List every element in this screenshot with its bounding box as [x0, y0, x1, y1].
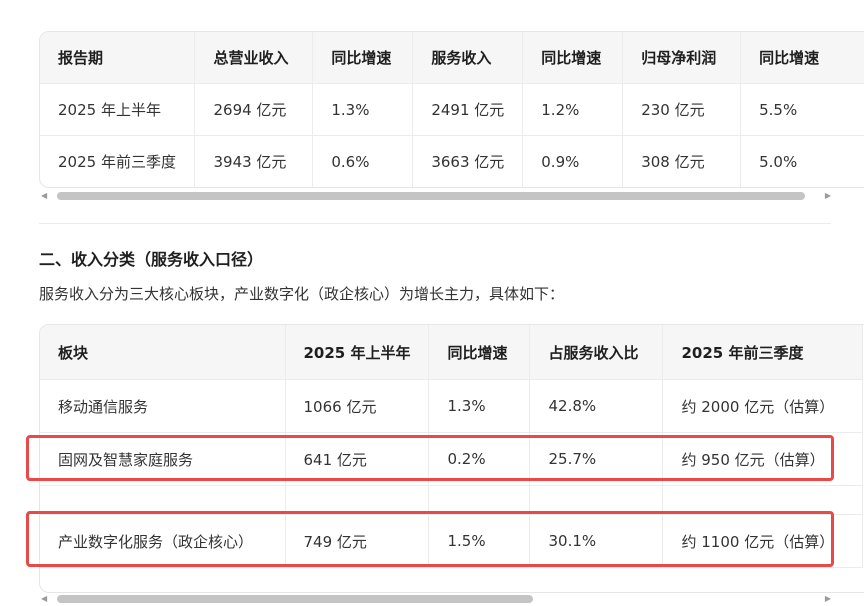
table-header-row: 板块 2025 年上半年 同比增速 占服务收入比 2025 年前三季度: [40, 325, 864, 380]
scroll-right-arrow-icon[interactable]: ▶: [825, 191, 831, 201]
table-cell: 2491 亿元: [412, 83, 524, 136]
table2-horizontal-scrollbar[interactable]: ◀ ▶: [39, 592, 831, 606]
revenue-summary-table-wrapper: 报告期 总营业收入 同比增速 服务收入 同比增速 归母净利润 同比增速 2025…: [39, 31, 864, 188]
section-intro: 服务收入分为三大核心板块，产业数字化（政企核心）为增长主力，具体如下：: [39, 285, 565, 303]
table-cell: 约 950 亿元（估算）: [662, 432, 864, 486]
table-header-row: 报告期 总营业收入 同比增速 服务收入 同比增速 归母净利润 同比增速: [40, 32, 864, 84]
table-cell: 约 1100 亿元（估算）: [662, 514, 864, 568]
table-cell: 5.5%: [740, 83, 864, 136]
table-cell: 2025 年前三季度: [40, 135, 196, 187]
table-cell: 0.2%: [428, 432, 531, 486]
col-header-yoy: 同比增速: [740, 32, 864, 84]
table-cell: 1.2%: [522, 83, 624, 136]
section-heading: 二、收入分类（服务收入口径）: [39, 250, 264, 269]
table-cell: 移动通信服务: [40, 379, 286, 433]
col-header-h1-2025: 2025 年上半年: [285, 325, 430, 380]
col-header-total-revenue: 总营业收入: [194, 32, 314, 84]
table-cell: 25.7%: [529, 432, 664, 486]
table-cell: 3943 亿元: [194, 135, 314, 187]
scroll-left-arrow-icon[interactable]: ◀: [41, 594, 47, 604]
table-cell: 2694 亿元: [194, 83, 314, 136]
col-header-yoy: 同比增速: [428, 325, 531, 380]
col-header-share: 占服务收入比: [529, 325, 664, 380]
table-row: 2025 年上半年 2694 亿元 1.3% 2491 亿元 1.2% 230 …: [40, 83, 864, 136]
scrollbar-thumb[interactable]: [57, 192, 805, 200]
table-cell: 308 亿元: [622, 135, 742, 187]
table-row: 产业数字化服务（政企核心） 749 亿元 1.5% 30.1% 约 1100 亿…: [40, 514, 864, 568]
table-cell: [40, 485, 286, 515]
table-cell: [529, 485, 664, 515]
revenue-breakdown-table-wrapper: 板块 2025 年上半年 同比增速 占服务收入比 2025 年前三季度 移动通信…: [39, 324, 864, 593]
col-header-period: 报告期: [40, 32, 196, 84]
table-cell: 749 亿元: [285, 514, 430, 568]
table-cell: 1.3%: [428, 379, 531, 433]
scroll-left-arrow-icon[interactable]: ◀: [41, 191, 47, 201]
col-header-q3-2025: 2025 年前三季度: [662, 325, 864, 380]
table-row-spacer: [40, 485, 864, 515]
table-cell: 1.5%: [428, 514, 531, 568]
table-cell: 5.0%: [740, 135, 864, 187]
table-cell: 固网及智慧家庭服务: [40, 432, 286, 486]
table-cell: 1.3%: [312, 83, 414, 136]
table-cell: [662, 485, 864, 515]
col-header-service-revenue: 服务收入: [412, 32, 524, 84]
table-row: 移动通信服务 1066 亿元 1.3% 42.8% 约 2000 亿元（估算）: [40, 379, 864, 433]
table-cell: 2025 年上半年: [40, 83, 196, 136]
table-cell: 30.1%: [529, 514, 664, 568]
table1-horizontal-scrollbar[interactable]: ◀ ▶: [39, 189, 831, 203]
section-divider: [39, 223, 831, 224]
table-row: 固网及智慧家庭服务 641 亿元 0.2% 25.7% 约 950 亿元（估算）: [40, 432, 864, 486]
table-cell: 产业数字化服务（政企核心）: [40, 514, 286, 568]
table-cell: 1066 亿元: [285, 379, 430, 433]
col-header-yoy: 同比增速: [312, 32, 414, 84]
table-cell: 0.9%: [522, 135, 624, 187]
table-cell: 3663 亿元: [412, 135, 524, 187]
table-cell: 42.8%: [529, 379, 664, 433]
table-cell: 230 亿元: [622, 83, 742, 136]
table-cell: 641 亿元: [285, 432, 430, 486]
table-row: 2025 年前三季度 3943 亿元 0.6% 3663 亿元 0.9% 308…: [40, 135, 864, 187]
col-header-segment: 板块: [40, 325, 286, 380]
revenue-breakdown-table: 板块 2025 年上半年 同比增速 占服务收入比 2025 年前三季度 移动通信…: [40, 325, 864, 568]
col-header-yoy: 同比增速: [522, 32, 624, 84]
revenue-summary-table: 报告期 总营业收入 同比增速 服务收入 同比增速 归母净利润 同比增速 2025…: [40, 32, 864, 187]
table-cell: 约 2000 亿元（估算）: [662, 379, 864, 433]
table-cell: 0.6%: [312, 135, 414, 187]
scroll-right-arrow-icon[interactable]: ▶: [825, 594, 831, 604]
col-header-net-profit: 归母净利润: [622, 32, 742, 84]
scrollbar-thumb[interactable]: [57, 595, 533, 603]
table-cell: [428, 485, 531, 515]
table-cell: [285, 485, 430, 515]
